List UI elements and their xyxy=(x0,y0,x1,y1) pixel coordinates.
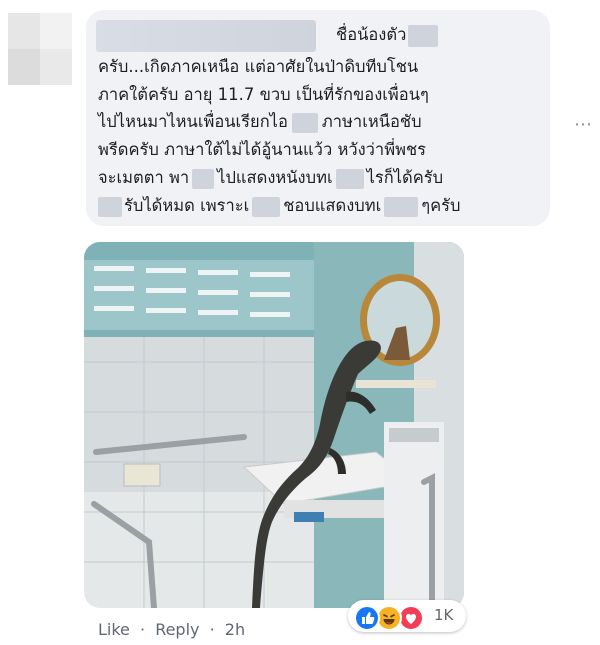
avatar-pixel xyxy=(40,13,72,49)
like-icon xyxy=(354,605,380,631)
avatar-pixel xyxy=(8,49,40,85)
comment-line: ชื่อน้องตัว xyxy=(336,24,439,47)
reply-link[interactable]: Reply xyxy=(155,620,199,639)
commenter-name-redacted[interactable] xyxy=(96,20,316,52)
comment-bubble: ชื่อน้องตัว ครับ...เกิดภาคเหนือ แต่อาศัย… xyxy=(86,10,550,226)
comment-text: ไปไหนมาไหนเพื่อนเรียกไอ xyxy=(98,112,288,131)
comment-text: จะเมตตา พา xyxy=(98,168,190,187)
redacted-text xyxy=(335,168,364,189)
avatar-pixel xyxy=(8,13,40,49)
comment-text: ๆครับ xyxy=(421,196,461,215)
more-options-icon[interactable]: ⋯ xyxy=(574,114,593,135)
comment-text: พรีดครับ ภาษาใต้ไม่ได้อู้นานแว้ว หวังว่า… xyxy=(98,140,427,159)
avatar-pixel xyxy=(40,49,72,85)
redacted-text xyxy=(291,112,318,133)
redacted-text xyxy=(384,196,419,217)
comment-text: ไปแสดงหนังบทเ xyxy=(217,168,333,187)
redacted-text xyxy=(192,168,215,189)
comment-photo[interactable] xyxy=(84,242,464,608)
redacted-text xyxy=(408,24,439,47)
reactions-summary[interactable]: 1K xyxy=(348,600,466,632)
comment-text: ครับ...เกิดภาคเหนือ แต่อาศัยในป่าดิบทีบโ… xyxy=(98,57,419,76)
separator: · xyxy=(140,620,146,639)
redacted-text xyxy=(252,196,281,217)
comment-actions: Like · Reply · 2h xyxy=(98,620,245,639)
commenter-avatar[interactable] xyxy=(8,13,72,85)
comment-line: จะเมตตา พา ไปแสดงหนังบทเ ไรก็ได้ครับ xyxy=(98,167,443,189)
comment-line: รับได้หมด เพราะเ ชอบแสดงบทเ ๆครับ xyxy=(98,195,461,217)
comment-line: ไปไหนมาไหนเพื่อนเรียกไอ ภาษาเหนือชับ xyxy=(98,111,422,133)
timestamp[interactable]: 2h xyxy=(225,620,245,639)
comment-text: ไรก็ได้ครับ xyxy=(366,168,444,187)
comment-text: รับได้หมด เพราะเ xyxy=(124,196,250,215)
comment-text: ภาคใต้ครับ อายุ 11.7 ขวบ เป็นที่รักของเพ… xyxy=(98,85,429,104)
comment-line: ภาคใต้ครับ อายุ 11.7 ขวบ เป็นที่รักของเพ… xyxy=(98,84,429,106)
comment-text: ชื่อน้องตัว xyxy=(336,25,407,44)
redacted-text xyxy=(98,196,122,217)
comment-line: พรีดครับ ภาษาใต้ไม่ได้อู้นานแว้ว หวังว่า… xyxy=(98,139,426,161)
comment-line: ครับ...เกิดภาคเหนือ แต่อาศัยในป่าดิบทีบโ… xyxy=(98,56,418,78)
like-link[interactable]: Like xyxy=(98,620,130,639)
lizard-bathroom-image xyxy=(84,242,464,608)
comment-text: ชอบแสดงบทเ xyxy=(283,196,382,215)
comment-text: ภาษาเหนือชับ xyxy=(321,112,422,131)
separator: · xyxy=(209,620,215,639)
reaction-count: 1K xyxy=(434,606,454,624)
